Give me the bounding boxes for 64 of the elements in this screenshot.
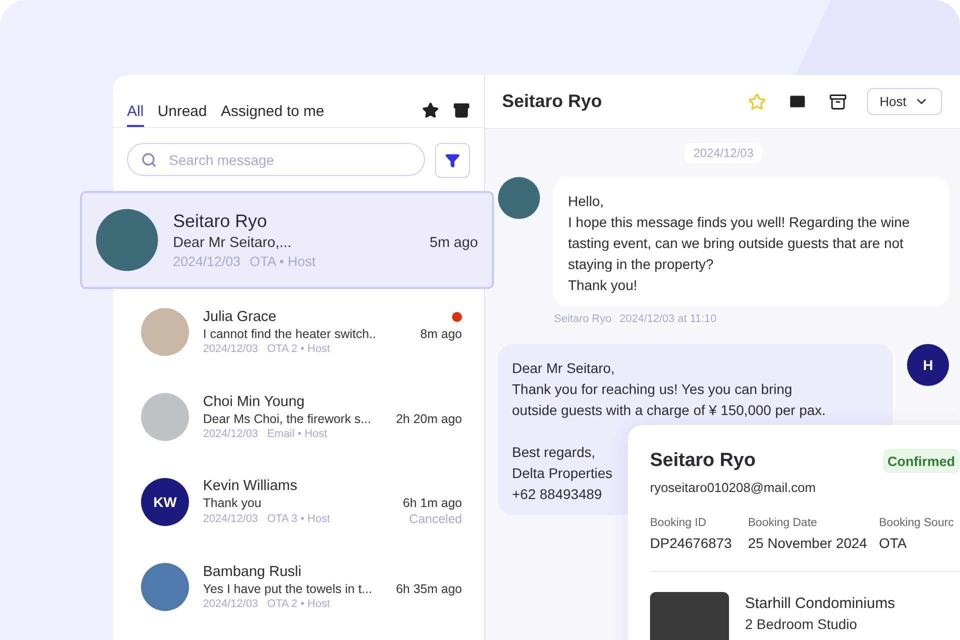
avatar-photo-placeholder [141,562,189,610]
conversation-item[interactable]: KW Kevin Williams Thank you 6h 1m ago 2024/12/03 OTA 3 • Host Canceled [113,459,484,544]
message-date: 2024/12/03 [203,428,258,440]
message-preview: Dear Mr Seitaro,... [173,235,292,251]
field-label: Booking Sourc [879,517,955,529]
field-label: Booking ID [650,517,708,529]
channel-label: OTA • Host [250,254,316,269]
field-label: Booking Date [748,517,818,529]
conversation-item[interactable]: Choi Min Young Dear Ms Choi, the firework s... 2h 20m ago 2024/12/03 Email • Host [113,374,484,459]
contact-name: Bambang Rusli [203,564,302,580]
avatar: H [907,344,949,386]
message-time: 6h 35m ago [396,582,462,596]
search-field[interactable]: Search message [127,143,425,176]
property-name: Starhill Condominiums [745,595,896,612]
channel-label: OTA 3 • Host [267,512,330,524]
tab[interactable]: Assigned to me [220,103,324,127]
role-select[interactable]: Host [867,88,942,115]
tab[interactable]: All [127,103,144,127]
conversation-item[interactable]: Julia Grace I cannot find the heater switch.. 8m ago 2024/12/03 OTA 2 • Host [113,289,484,374]
avatar-photo-placeholder [498,177,540,219]
status-badge: Confirmed [882,449,960,473]
sender-name: Seitaro Ryo [554,313,612,325]
channel-label: Email • Host [267,428,328,440]
chat-title: Seitaro Ryo [502,91,604,112]
contact-name: Kevin Williams [203,478,298,494]
message-time: 2h 20m ago [396,412,462,426]
contact-name: Julia Grace [203,308,278,324]
field-value: 25 November 2024 [748,535,868,551]
avatar: KW [141,478,189,526]
message-date: 2024/12/03 [203,598,258,610]
booking-status: Canceled [408,512,462,526]
message-date: 2024/12/03 [203,342,258,354]
field-value: DP24676873 [650,535,733,551]
message-timestamp: 2024/12/03 at 11:10 [619,313,717,325]
search-icon [141,152,157,168]
message-time: 8m ago [420,326,462,340]
message-preview: I cannot find the heater switch.. [203,326,378,340]
guest-email: ryoseitaro010208@mail.com [650,480,817,495]
field-value: OTA [879,535,908,551]
message-date: 2024/12/03 [203,512,258,524]
message-preview: Dear Ms Choi, the firework s... [203,412,372,426]
contact-name: Choi Min Young [203,394,306,410]
tab[interactable]: Unread [158,103,207,127]
guest-name: Seitaro Ryo [650,450,756,472]
message-bubble: Hello, I hope this message finds you well! Regarding the wine tasting event, can we bring outside guests that are not staying in the property? Thank you! [554,177,949,306]
date-divider: 2024/12/03 [685,143,762,163]
channel-label: OTA 2 • Host [267,598,330,610]
archive-icon[interactable] [829,92,847,110]
filter-button[interactable] [435,143,470,178]
message-preview: Yes I have put the towels in t... [203,582,374,596]
archive-icon[interactable] [453,102,470,119]
unit-type: 2 Bedroom Studio [745,616,858,632]
avatar-photo-placeholder [141,308,189,356]
message-preview: Thank you [203,496,262,510]
contact-name: Seitaro Ryo [173,211,268,232]
conversation-item[interactable]: Seitaro Ryo Dear Mr Seitaro,... 5m ago 2024/12/03 OTA • Host [80,191,494,289]
filter-icon [445,153,460,168]
channel-label: OTA 2 • Host [267,342,330,354]
message-date: 2024/12/03 [173,254,241,269]
message-time: 5m ago [430,235,478,251]
avatar-photo-placeholder [141,392,189,440]
message-time: 6h 1m ago [402,496,462,510]
star-icon[interactable] [422,102,439,119]
conversation-item[interactable]: Bambang Rusli Yes I have put the towels in t... 6h 35m ago 2024/12/03 OTA 2 • Host [113,544,484,629]
